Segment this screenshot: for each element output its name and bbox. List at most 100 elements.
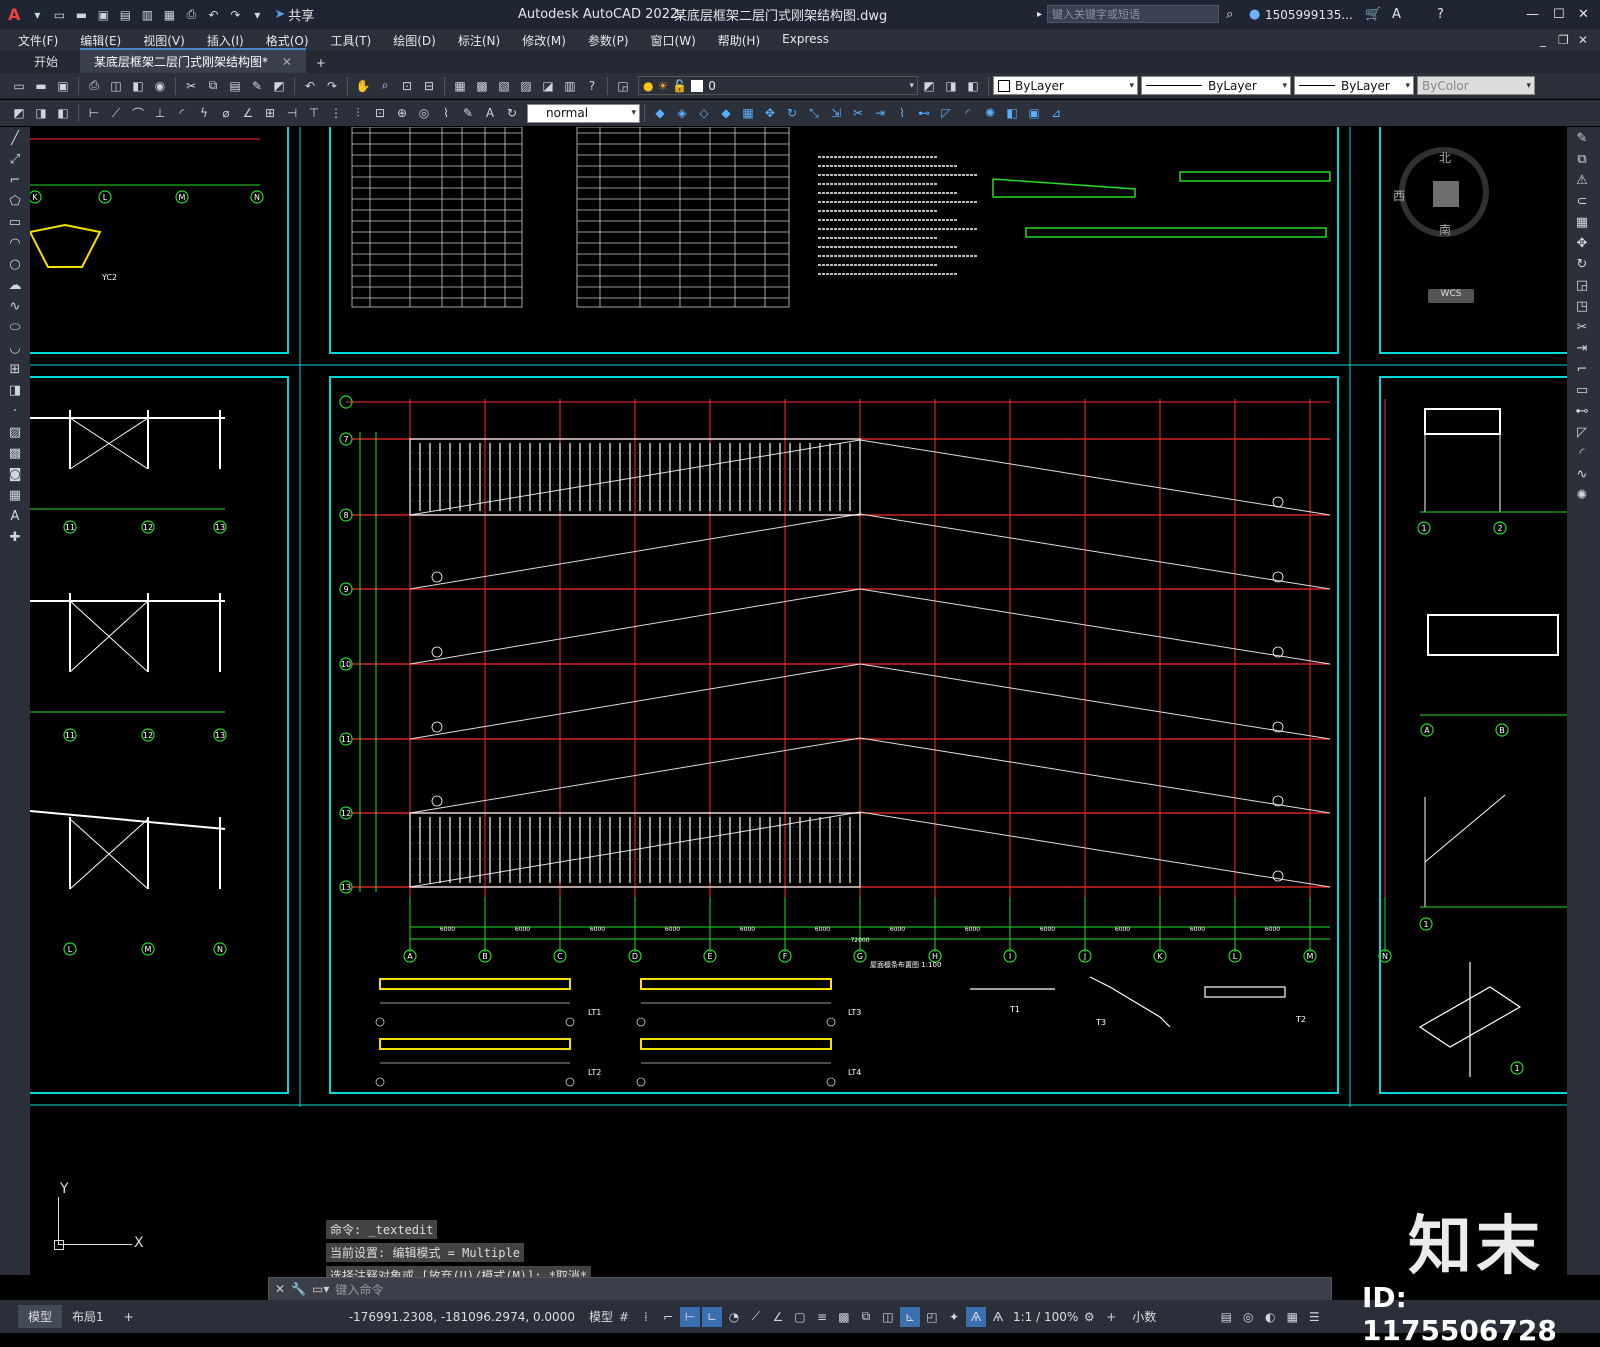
- cart-icon[interactable]: 🛒: [1365, 7, 1381, 22]
- 3dprint-icon[interactable]: ◉: [150, 76, 170, 96]
- modify-fillet-icon[interactable]: ◜: [958, 103, 978, 123]
- app-logo[interactable]: A: [8, 5, 20, 24]
- web-open-icon[interactable]: ▥: [137, 5, 157, 25]
- modify-mirror-icon[interactable]: ◇: [694, 103, 714, 123]
- tab-close-icon[interactable]: ✕: [282, 55, 292, 69]
- menu-item-12[interactable]: Express: [776, 30, 835, 51]
- search-arrow-icon[interactable]: ▸: [1037, 9, 1042, 20]
- annotation-visibility-icon[interactable]: Ѧ: [965, 1306, 986, 1327]
- otrack-icon[interactable]: ∠: [768, 1307, 788, 1327]
- graphics-performance-icon[interactable]: ▦: [1282, 1307, 1302, 1327]
- group-icon[interactable]: ▣: [1024, 103, 1044, 123]
- dim-angular-icon[interactable]: ∠: [238, 103, 258, 123]
- dynamic-ucs-icon[interactable]: ⊾: [899, 1306, 920, 1327]
- gizmo-icon[interactable]: ✦: [944, 1307, 964, 1327]
- 3dosnap-icon[interactable]: ◫: [878, 1307, 898, 1327]
- maximize-icon[interactable]: ☐: [1553, 7, 1565, 22]
- break-at-point-icon[interactable]: ⌐: [1570, 359, 1594, 379]
- grid-icon[interactable]: #: [614, 1307, 634, 1327]
- menu-item-11[interactable]: 帮助(H): [712, 30, 766, 51]
- toolpalette-icon[interactable]: ▧: [494, 76, 514, 96]
- customize-icon[interactable]: ▾: [247, 5, 267, 25]
- workspace-icon[interactable]: ⚙: [1079, 1307, 1099, 1327]
- trim-icon[interactable]: ✂: [1570, 317, 1594, 337]
- layer-properties-icon[interactable]: ◲: [613, 76, 633, 96]
- rotate-icon[interactable]: ↻: [1570, 254, 1594, 274]
- lineweight-dropdown[interactable]: ByLayer ▾: [1294, 76, 1414, 95]
- point-icon[interactable]: ·: [3, 401, 27, 421]
- zoom-realtime-icon[interactable]: ⌕: [375, 76, 395, 96]
- drawing-svg[interactable]: A B C D E F G H I J K L M N789101112136000 6000 6000 600…: [30, 127, 1567, 1275]
- make-current-icon[interactable]: ◩: [919, 76, 939, 96]
- model-space-button[interactable]: 模型: [589, 1308, 613, 1325]
- redo-icon[interactable]: ↷: [322, 76, 342, 96]
- qnew-icon[interactable]: ▭: [9, 76, 29, 96]
- modify-explode-icon[interactable]: ✺: [980, 103, 1000, 123]
- blend-icon[interactable]: ∿: [1570, 464, 1594, 484]
- dim-diameter-icon[interactable]: ⌀: [216, 103, 236, 123]
- pan-icon[interactable]: ✋: [353, 76, 373, 96]
- region-icon[interactable]: ◙: [3, 464, 27, 484]
- modify-copy-icon[interactable]: ◈: [672, 103, 692, 123]
- cmd-input[interactable]: 键入命令: [335, 1281, 383, 1298]
- menu-item-6[interactable]: 绘图(D): [387, 30, 442, 51]
- dim-space-icon[interactable]: ⋮: [326, 103, 346, 123]
- measure-icon[interactable]: ⊿: [1046, 103, 1066, 123]
- search-input[interactable]: 键入关键字或短语: [1047, 5, 1219, 23]
- help-icon[interactable]: ?: [582, 76, 602, 96]
- open-icon[interactable]: ▬: [71, 5, 91, 25]
- dim-ordinate-icon[interactable]: ⊥: [150, 103, 170, 123]
- share-button[interactable]: 共享: [288, 5, 314, 24]
- new-icon[interactable]: ▭: [49, 5, 69, 25]
- scale-icon[interactable]: ◲: [1570, 275, 1594, 295]
- undo-icon[interactable]: ↶: [300, 76, 320, 96]
- dim-break-icon[interactable]: ⫶: [348, 103, 368, 123]
- annotation-scale[interactable]: 1:1 / 100%: [1013, 1310, 1078, 1324]
- modify-join-icon[interactable]: ⊷: [914, 103, 934, 123]
- center-mark-icon[interactable]: ⊕: [392, 103, 412, 123]
- dim-edit-icon[interactable]: ✎: [458, 103, 478, 123]
- print-icon[interactable]: ⎙: [181, 5, 201, 25]
- wcs-button[interactable]: WCS: [1428, 289, 1474, 303]
- layer-match-icon[interactable]: ◨: [31, 103, 51, 123]
- copy-icon[interactable]: ⧉: [1570, 149, 1594, 169]
- modify-chamfer-icon[interactable]: ◸: [936, 103, 956, 123]
- undo-icon[interactable]: ↶: [203, 5, 223, 25]
- menu-item-8[interactable]: 修改(M): [516, 30, 572, 51]
- erase-icon[interactable]: ✎: [1570, 128, 1594, 148]
- doc-close-icon[interactable]: ✕: [1578, 33, 1588, 47]
- linetype-dropdown[interactable]: ByLayer ▾: [1141, 76, 1291, 95]
- viewcube-west[interactable]: 西: [1393, 187, 1405, 204]
- zoom-previous-icon[interactable]: ⊟: [419, 76, 439, 96]
- modify-move-icon[interactable]: ✥: [760, 103, 780, 123]
- layer-dropdown[interactable]: ● ☀ 🔓 0 ▾: [638, 76, 918, 95]
- rectangle-icon[interactable]: ▭: [3, 212, 27, 232]
- doc-minimize-icon[interactable]: _: [1540, 33, 1546, 47]
- inspect-icon[interactable]: ◎: [414, 103, 434, 123]
- draworder-icon[interactable]: ◧: [1002, 103, 1022, 123]
- dim-arclength-icon[interactable]: ⌒: [128, 103, 148, 123]
- jogged-linear-icon[interactable]: ⌇: [436, 103, 456, 123]
- redo-icon[interactable]: ↷: [225, 5, 245, 25]
- chamfer-icon[interactable]: ◸: [1570, 422, 1594, 442]
- viewcube-north[interactable]: 北: [1439, 149, 1451, 166]
- explode-icon[interactable]: ✺: [1570, 485, 1594, 505]
- menu-item-10[interactable]: 窗口(W): [645, 30, 702, 51]
- layer-previous-icon[interactable]: ◨: [941, 76, 961, 96]
- osnap-icon[interactable]: ▢: [790, 1307, 810, 1327]
- table-icon[interactable]: ▦: [3, 485, 27, 505]
- dim-radius-icon[interactable]: ◜: [172, 103, 192, 123]
- cmd-settings-icon[interactable]: 🔧: [291, 1282, 306, 1296]
- properties-icon[interactable]: ▦: [450, 76, 470, 96]
- ellipse-arc-icon[interactable]: ◡: [3, 338, 27, 358]
- textstyle-dropdown[interactable]: normal ▾: [527, 103, 640, 123]
- dim-linear-icon[interactable]: ⊢: [84, 103, 104, 123]
- polyline-icon[interactable]: ⌐: [3, 170, 27, 190]
- cut-icon[interactable]: ✂: [181, 76, 201, 96]
- minimize-icon[interactable]: —: [1526, 7, 1539, 22]
- sheetset-icon[interactable]: ▨: [516, 76, 536, 96]
- ellipse-icon[interactable]: ⬭: [3, 317, 27, 337]
- preview-icon[interactable]: ◫: [106, 76, 126, 96]
- polar-icon[interactable]: ◔: [724, 1307, 744, 1327]
- snap-icon[interactable]: ⁞: [636, 1307, 656, 1327]
